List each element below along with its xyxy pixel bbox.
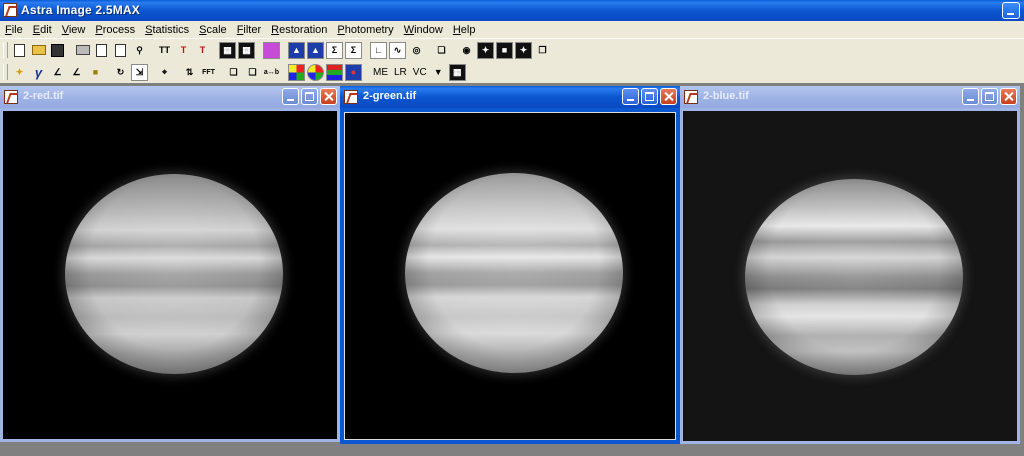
menu-restoration[interactable]: Restoration [266,24,332,36]
menu-window[interactable]: Window [399,24,448,36]
minimize-button[interactable] [282,88,299,105]
image-window-red[interactable]: 2-red.tif [0,86,340,442]
copy-icon[interactable] [93,42,110,59]
vc-button[interactable]: VC [413,67,427,78]
app-titlebar[interactable]: Astra Image 2.5MAX [0,0,1024,21]
menu-view[interactable]: View [57,24,91,36]
image-window-blue[interactable]: 2-blue.tif [680,86,1020,444]
color-wheel-icon[interactable] [307,63,324,81]
swap-ab-icon[interactable]: a↔b [263,64,280,81]
open-folder-icon[interactable] [30,42,47,59]
bucket-icon[interactable]: ■ [87,64,104,81]
rgb-icon[interactable] [288,63,305,81]
image-canvas[interactable] [3,111,337,439]
window-titlebar[interactable]: 2-green.tif [340,86,680,108]
image-canvas[interactable] [344,112,676,440]
color-bars-icon[interactable] [326,63,343,81]
toolbar-grip[interactable] [3,42,8,58]
planet-image [65,174,283,374]
minimize-button[interactable] [962,88,979,105]
menu-filter[interactable]: Filter [232,24,266,36]
channel-icon[interactable]: ● [345,63,362,81]
layer-icon[interactable]: ❏ [225,64,242,81]
grid-icon[interactable]: ▦ [219,41,236,59]
curve-2-icon[interactable]: ∿ [389,41,406,59]
image-window-green[interactable]: 2-green.tif [340,86,680,444]
window-icon[interactable] [4,90,18,104]
app-icon[interactable] [3,3,17,17]
me-button[interactable]: ME [373,67,388,78]
deconvolve-icon[interactable]: ◉ [458,42,475,59]
text-t-arrow-icon[interactable]: T [194,42,211,59]
toolbar-process: ✦ γ ∠ ∠ ■ ↻ ⇲ ⌖ ⇅ FFT ❏ ❏ a↔b ● ME LR VC… [0,61,1024,83]
window-titlebar[interactable]: 2-blue.tif [680,86,1020,108]
menu-bar: File Edit View Process Statistics Scale … [0,21,1024,38]
curve-icon[interactable]: ∟ [370,41,387,59]
sigma-2-icon[interactable]: Σ [345,41,362,59]
lr-button[interactable]: LR [394,67,407,78]
menu-scale[interactable]: Scale [194,24,232,36]
save-disk-icon[interactable] [49,42,66,59]
text-t-red-icon[interactable]: T [175,42,192,59]
window-title: 2-blue.tif [703,90,749,102]
planet-image [745,179,963,375]
layer-2-icon[interactable]: ❏ [244,64,261,81]
star-icon[interactable]: ✦ [477,41,494,59]
menu-file[interactable]: File [0,24,28,36]
window-icon[interactable] [344,90,358,104]
histogram-2-icon[interactable]: ▲ [307,41,324,59]
image-canvas[interactable] [683,111,1017,441]
toolbar-main: ⚲ TT T T ▦ ▦ ▲ ▲ Σ Σ ∟ ∿ ◎ ❏ ◉ ✦ ■ ✦ ❐ [0,38,1024,61]
cube-icon[interactable]: ❏ [433,42,450,59]
window-titlebar[interactable]: 2-red.tif [0,86,340,108]
new-file-icon[interactable] [11,42,28,59]
app-title: Astra Image 2.5MAX [21,3,140,17]
menu-help[interactable]: Help [448,24,481,36]
window-frame [0,108,340,442]
window-frame [340,108,680,444]
rotate-icon[interactable]: ↻ [112,64,129,81]
flip-icon[interactable]: ⇅ [181,64,198,81]
fft-icon[interactable]: FFT [200,64,217,81]
app-minimize-button[interactable] [1002,2,1020,19]
slope-icon[interactable]: ∠ [49,64,66,81]
grid-4-icon[interactable]: ▦ [448,63,466,81]
close-button[interactable] [320,88,337,105]
crop-icon[interactable]: ⌖ [156,64,173,81]
square-icon[interactable]: ■ [496,41,513,59]
wand-icon[interactable]: ✦ [11,64,28,81]
resize-icon[interactable]: ⇲ [131,63,148,81]
window-title: 2-red.tif [23,90,64,102]
maximize-button[interactable] [301,88,318,105]
close-button[interactable] [660,88,677,105]
menu-process[interactable]: Process [90,24,140,36]
funnel-icon[interactable]: ▼ [430,64,447,81]
level-icon[interactable]: ∠ [68,64,85,81]
dots-icon[interactable]: ✦ [515,41,532,59]
toolbar-grip[interactable] [3,64,8,80]
menu-photometry[interactable]: Photometry [332,24,398,36]
frame-icon[interactable]: ❐ [534,42,551,59]
window-title: 2-green.tif [363,90,417,102]
window-icon[interactable] [684,90,698,104]
eraser-icon[interactable] [263,41,280,59]
paste-icon[interactable] [112,42,129,59]
menu-statistics[interactable]: Statistics [140,24,194,36]
spiral-icon[interactable]: ◎ [408,42,425,59]
maximize-button[interactable] [981,88,998,105]
close-button[interactable] [1000,88,1017,105]
menu-edit[interactable]: Edit [28,24,57,36]
minimize-button[interactable] [622,88,639,105]
maximize-button[interactable] [641,88,658,105]
grid-dots-icon[interactable]: ▦ [238,41,255,59]
sigma-icon[interactable]: Σ [326,41,343,59]
histogram-icon[interactable]: ▲ [288,41,305,59]
window-frame [680,108,1020,444]
magnifier-icon[interactable]: ⚲ [131,42,148,59]
planet-image [405,173,623,373]
gamma-icon[interactable]: γ [30,64,47,81]
print-icon[interactable] [74,42,91,59]
text-tt-icon[interactable]: TT [156,42,173,59]
